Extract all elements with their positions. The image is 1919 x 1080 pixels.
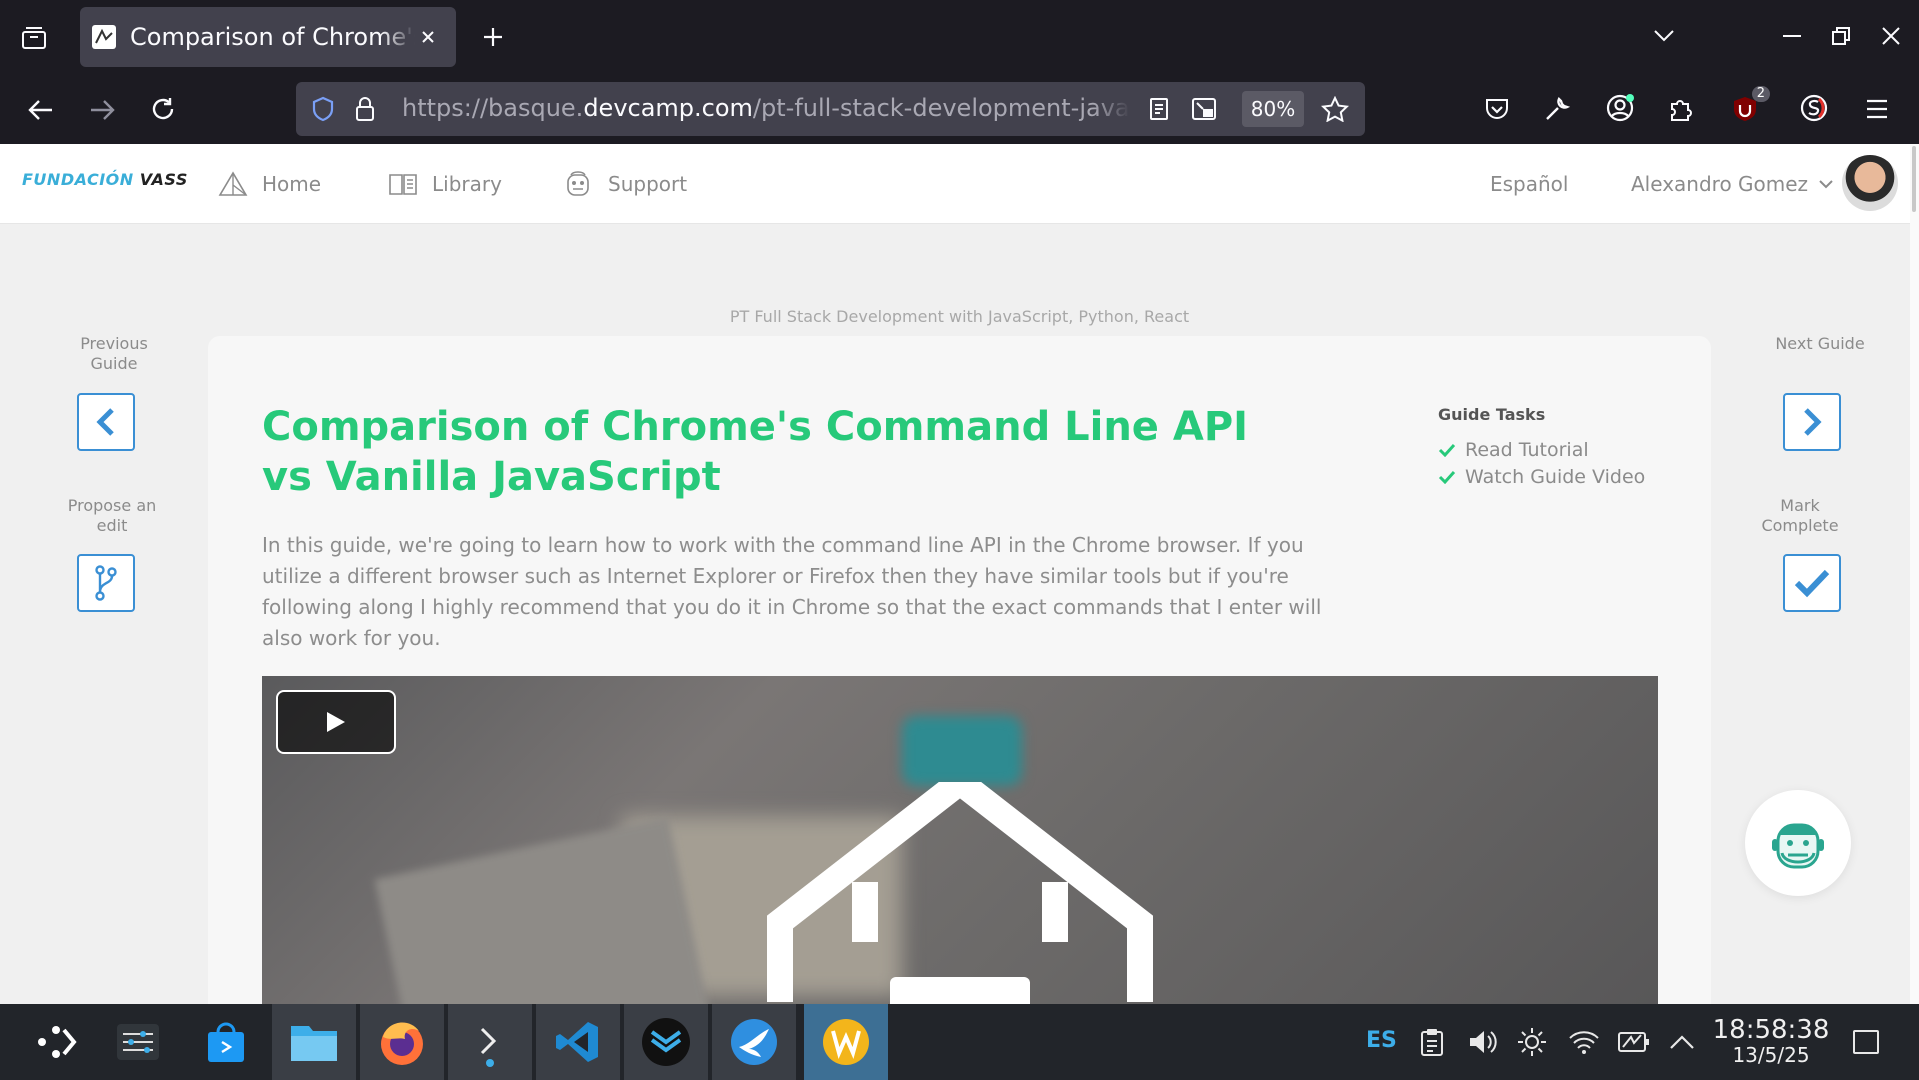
minimize-icon[interactable] — [1778, 20, 1806, 52]
picture-in-picture-icon[interactable] — [1188, 94, 1220, 124]
zoom-level-button[interactable]: 80% — [1242, 91, 1304, 127]
hamburger-menu-icon[interactable] — [1860, 92, 1894, 126]
tray-expand-chevron-icon[interactable] — [1664, 1004, 1700, 1080]
guide-title: Comparison of Chrome's Command Line API … — [262, 404, 1249, 500]
restore-icon[interactable] — [1827, 20, 1855, 52]
system-clock[interactable]: 18:58:38 13/5/25 — [1706, 1016, 1836, 1066]
tab-active[interactable]: Comparison of Chrome's Command Line API … — [80, 7, 456, 67]
forward-arrow-icon[interactable] — [83, 92, 121, 128]
next-guide-button[interactable] — [1783, 393, 1841, 451]
chevron-right-icon — [1804, 408, 1822, 436]
checkmark-icon — [1794, 569, 1830, 598]
chatbot-face-icon — [1772, 823, 1824, 869]
guide-video-player[interactable] — [262, 676, 1658, 1004]
brightness-icon[interactable] — [1514, 1004, 1550, 1080]
reader-view-icon[interactable] — [1144, 94, 1174, 124]
nav-support-label: Support — [608, 172, 688, 196]
play-icon — [327, 712, 345, 732]
address-bar[interactable]: https://basque.devcamp.com/pt-full-stack… — [296, 82, 1365, 136]
tracking-shield-icon[interactable] — [308, 94, 338, 124]
next-guide-label: Next Guide — [1775, 334, 1865, 353]
system-settings-icon[interactable] — [96, 1004, 180, 1080]
mark-complete-label: Mark Complete — [1761, 496, 1839, 535]
close-tab-icon[interactable] — [421, 30, 435, 44]
clock-time: 18:58:38 — [1712, 1015, 1830, 1045]
tab-overview-icon[interactable] — [14, 18, 54, 58]
play-button[interactable] — [276, 690, 396, 754]
account-icon[interactable] — [1602, 90, 1638, 126]
devcamp-favicon-icon — [92, 25, 116, 49]
language-switch[interactable]: Español — [1490, 144, 1568, 224]
clock-date: 13/5/25 — [1732, 1043, 1810, 1067]
firefox-icon[interactable] — [360, 1004, 444, 1080]
vscode-icon[interactable] — [536, 1004, 620, 1080]
nav-library-label: Library — [432, 172, 502, 196]
user-menu[interactable]: Alexandro Gomez — [1631, 144, 1834, 224]
url-text[interactable]: https://basque.devcamp.com/pt-full-stack… — [402, 94, 1130, 124]
guide-tasks-heading: Guide Tasks — [1438, 405, 1546, 424]
extension-s-icon[interactable] — [1796, 90, 1832, 126]
scrollbar-thumb[interactable] — [1912, 146, 1916, 212]
task-watch-video: Watch Guide Video — [1438, 463, 1645, 490]
lock-icon[interactable] — [350, 94, 380, 124]
page-scrollbar[interactable] — [1910, 144, 1919, 1004]
bird-app-icon[interactable] — [712, 1004, 796, 1080]
task-read-tutorial: Read Tutorial — [1438, 436, 1645, 463]
support-bot-icon — [567, 171, 589, 196]
clipboard-icon[interactable] — [1414, 1004, 1450, 1080]
mark-complete-button[interactable] — [1783, 554, 1841, 612]
ublock-origin-icon[interactable]: 2 — [1728, 86, 1770, 126]
show-desktop-icon[interactable] — [1848, 1004, 1884, 1080]
nav-home-label: Home — [262, 172, 322, 196]
library-book-icon — [389, 174, 417, 195]
devtools-wrench-icon[interactable] — [1540, 92, 1574, 126]
list-tabs-chevron-icon[interactable] — [1648, 20, 1680, 52]
pocket-icon[interactable] — [1480, 92, 1514, 126]
extensions-puzzle-icon[interactable] — [1664, 92, 1698, 126]
nav-support[interactable]: Support — [562, 144, 687, 224]
guide-tasks: Guide Tasks Read Tutorial Watch Guide Vi… — [1438, 405, 1645, 490]
previous-guide-button[interactable] — [77, 393, 135, 451]
reload-icon[interactable] — [144, 90, 182, 128]
user-avatar[interactable] — [1842, 155, 1898, 211]
course-title[interactable]: PT Full Stack Development with JavaScrip… — [0, 307, 1919, 326]
app-launcher-icon[interactable] — [14, 1004, 98, 1080]
nav-home[interactable]: Home — [218, 144, 321, 224]
discover-store-icon[interactable] — [184, 1004, 268, 1080]
chevron-down-icon — [1819, 180, 1833, 189]
ublock-badge: 2 — [1751, 86, 1770, 102]
video-background — [902, 716, 1022, 786]
devcamp-logo-icon — [767, 782, 1153, 1004]
fundacion-vass-logo[interactable]: FUNDACIÓN VASS — [22, 170, 188, 189]
propose-edit-label: Propose an edit — [67, 496, 157, 535]
video-background — [374, 816, 710, 1004]
new-tab-icon[interactable] — [476, 20, 510, 54]
git-branch-icon — [95, 565, 117, 601]
home-pyramid-icon — [218, 171, 248, 196]
tab-title: Comparison of Chrome's Command Line API … — [130, 23, 415, 51]
back-arrow-icon[interactable] — [22, 92, 60, 128]
writer-app-icon[interactable] — [804, 1004, 888, 1080]
terminal-icon[interactable] — [448, 1004, 532, 1080]
previous-guide-label: Previous Guide — [80, 334, 148, 373]
browser-chrome: Comparison of Chrome's Command Line API … — [0, 0, 1919, 144]
check-icon — [1438, 443, 1456, 457]
user-name: Alexandro Gomez — [1631, 172, 1809, 196]
battery-icon[interactable] — [1614, 1004, 1654, 1080]
support-chat-button[interactable] — [1745, 790, 1851, 896]
chevron-left-icon — [96, 408, 114, 436]
volume-icon[interactable] — [1464, 1004, 1500, 1080]
nav-library[interactable]: Library — [388, 144, 502, 224]
mailspring-icon[interactable] — [624, 1004, 708, 1080]
bookmark-star-icon[interactable] — [1318, 92, 1352, 126]
propose-edit-button[interactable] — [77, 554, 135, 612]
guide-description: In this guide, we're going to learn how … — [262, 533, 1322, 650]
check-icon — [1438, 470, 1456, 484]
wifi-icon[interactable] — [1564, 1004, 1604, 1080]
close-window-icon[interactable] — [1877, 20, 1905, 52]
tab-strip: Comparison of Chrome's Command Line API … — [0, 0, 1919, 72]
keyboard-layout-indicator[interactable]: ES — [1366, 1028, 1397, 1053]
file-manager-icon[interactable] — [272, 1004, 356, 1080]
